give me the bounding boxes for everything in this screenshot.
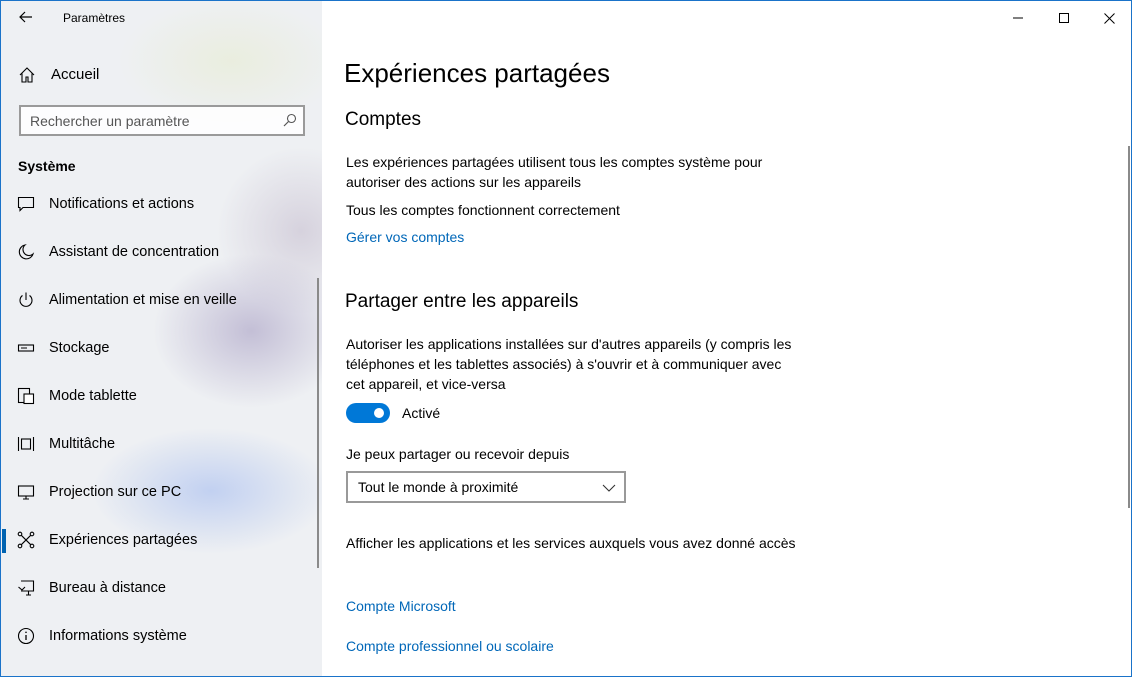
sidebar-scrollbar[interactable] bbox=[317, 278, 319, 568]
receive-dropdown-value: Tout le monde à proximité bbox=[358, 479, 519, 495]
page-title: Expériences partagées bbox=[344, 58, 610, 88]
back-arrow-icon bbox=[19, 11, 32, 23]
sidebar-home[interactable]: Accueil bbox=[1, 57, 322, 91]
sidebar-item-projection[interactable]: Projection sur ce PC bbox=[1, 471, 322, 515]
main-scrollbar[interactable] bbox=[1128, 146, 1130, 508]
receive-label: Je peux partager ou recevoir depuis bbox=[346, 446, 570, 462]
settings-window: Paramètres Accueil Système Notifications… bbox=[0, 0, 1132, 677]
minimize-icon bbox=[1013, 17, 1023, 19]
multitask-icon bbox=[17, 437, 35, 451]
back-button[interactable] bbox=[14, 5, 38, 29]
power-icon bbox=[19, 292, 33, 307]
search-box[interactable] bbox=[19, 105, 305, 136]
sidebar: Paramètres Accueil Système Notifications… bbox=[1, 1, 322, 676]
sidebar-item-label: Notifications et actions bbox=[49, 196, 195, 212]
sidebar-item-focus-assist[interactable]: Assistant de concentration bbox=[1, 231, 322, 275]
storage-icon bbox=[17, 344, 35, 352]
moon-icon bbox=[18, 244, 35, 260]
manage-accounts-link[interactable]: Gérer vos comptes bbox=[346, 229, 464, 245]
sidebar-item-remote-desktop[interactable]: Bureau à distance bbox=[1, 567, 322, 611]
search-icon[interactable] bbox=[283, 113, 297, 127]
sidebar-item-label: Mode tablette bbox=[49, 388, 137, 404]
toggle-state-label: Activé bbox=[402, 405, 441, 421]
sidebar-item-multitasking[interactable]: Multitâche bbox=[1, 423, 322, 467]
receive-dropdown[interactable]: Tout le monde à proximité bbox=[346, 471, 626, 503]
sidebar-item-label: Expériences partagées bbox=[49, 532, 198, 548]
sidebar-item-label: Stockage bbox=[49, 340, 110, 356]
share-heading: Partager entre les appareils bbox=[345, 291, 579, 312]
maximize-icon bbox=[1059, 13, 1069, 23]
accounts-status: Tous les comptes fonctionnent correcteme… bbox=[346, 202, 620, 218]
microsoft-account-link[interactable]: Compte Microsoft bbox=[346, 598, 456, 614]
app-title: Paramètres bbox=[63, 11, 126, 25]
chevron-down-icon bbox=[602, 484, 616, 492]
sidebar-item-storage[interactable]: Stockage bbox=[1, 327, 322, 371]
sidebar-item-power[interactable]: Alimentation et mise en veille bbox=[1, 279, 322, 323]
sidebar-item-label: Assistant de concentration bbox=[49, 244, 220, 260]
sidebar-item-shared-experiences[interactable]: Expériences partagées bbox=[1, 519, 322, 563]
main-content: Expériences partagées Comptes Les expéri… bbox=[322, 1, 1131, 676]
sidebar-section-title: Système bbox=[18, 158, 76, 174]
notification-icon bbox=[17, 196, 35, 212]
sidebar-item-label: Alimentation et mise en veille bbox=[49, 292, 237, 308]
tablet-icon bbox=[17, 387, 35, 405]
close-icon bbox=[1103, 12, 1115, 24]
sidebar-item-label: Multitâche bbox=[49, 436, 116, 452]
share-description: Autoriser les applications installées su… bbox=[346, 336, 792, 392]
apps-description: Afficher les applications et les service… bbox=[346, 535, 796, 551]
accounts-heading: Comptes bbox=[345, 109, 422, 130]
share-toggle[interactable] bbox=[346, 403, 390, 423]
active-indicator bbox=[2, 529, 6, 553]
sidebar-item-about[interactable]: Informations système bbox=[1, 615, 322, 659]
remote-desktop-icon bbox=[18, 580, 35, 596]
accounts-description: Les expériences partagées utilisent tous… bbox=[346, 154, 763, 190]
maximize-button[interactable] bbox=[1041, 4, 1087, 32]
home-icon bbox=[19, 67, 35, 83]
sidebar-item-notifications[interactable]: Notifications et actions bbox=[1, 183, 322, 227]
shared-icon bbox=[17, 531, 35, 549]
close-button[interactable] bbox=[1086, 4, 1131, 32]
home-label: Accueil bbox=[51, 66, 100, 83]
info-icon bbox=[17, 627, 35, 645]
sidebar-item-label: Informations système bbox=[49, 628, 187, 644]
projection-icon bbox=[17, 485, 35, 500]
toggle-knob bbox=[374, 408, 384, 418]
search-input[interactable] bbox=[21, 107, 271, 134]
sidebar-item-tablet-mode[interactable]: Mode tablette bbox=[1, 375, 322, 419]
work-account-link[interactable]: Compte professionnel ou scolaire bbox=[346, 638, 554, 654]
sidebar-item-label: Projection sur ce PC bbox=[49, 484, 182, 500]
sidebar-item-label: Bureau à distance bbox=[49, 580, 166, 596]
minimize-button[interactable] bbox=[995, 4, 1041, 32]
